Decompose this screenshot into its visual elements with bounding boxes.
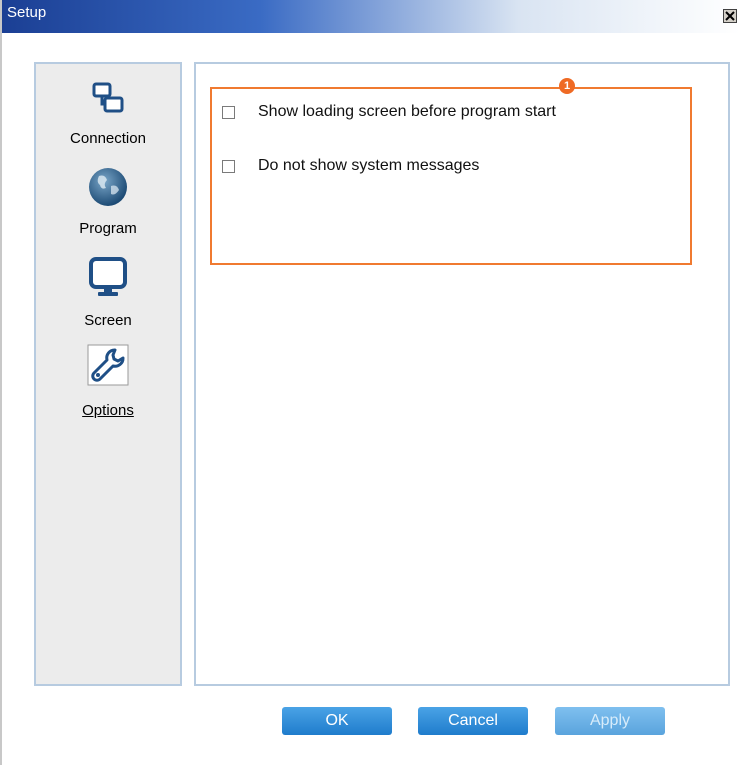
- sidebar-item-program[interactable]: Program: [36, 164, 180, 244]
- ok-button[interactable]: OK: [282, 707, 392, 735]
- apply-button[interactable]: Apply: [555, 707, 665, 735]
- option-hide-system-messages[interactable]: Do not show system messages: [222, 156, 479, 176]
- connection-icon: [92, 82, 124, 113]
- monitor-icon: [89, 257, 127, 296]
- callout-marker: 1: [559, 78, 575, 94]
- cancel-button[interactable]: Cancel: [418, 707, 528, 735]
- globe-icon: [89, 168, 127, 206]
- checkbox-label: Show loading screen before program start: [258, 103, 556, 120]
- wrench-icon: [87, 344, 129, 386]
- sidebar-item-label: Program: [79, 220, 137, 237]
- hide-system-messages-checkbox[interactable]: [222, 159, 235, 173]
- show-loading-screen-checkbox[interactable]: [222, 105, 235, 119]
- sidebar-item-label: Screen: [84, 312, 132, 329]
- window-title: Setup: [7, 4, 47, 21]
- option-show-loading-screen[interactable]: Show loading screen before program start: [222, 102, 556, 122]
- setup-window: Setup Connection Program Screen Options …: [0, 0, 738, 765]
- sidebar-item-label: Connection: [70, 130, 146, 147]
- title-bar: Setup: [2, 0, 738, 33]
- sidebar-item-connection[interactable]: Connection: [36, 76, 180, 156]
- close-button[interactable]: [723, 9, 737, 23]
- sidebar-item-options[interactable]: Options: [36, 344, 180, 424]
- sidebar-item-screen[interactable]: Screen: [36, 254, 180, 334]
- sidebar: Connection Program Screen Options: [34, 62, 182, 686]
- close-icon: [725, 11, 735, 21]
- checkbox-label: Do not show system messages: [258, 157, 480, 174]
- sidebar-item-label: Options: [82, 402, 134, 419]
